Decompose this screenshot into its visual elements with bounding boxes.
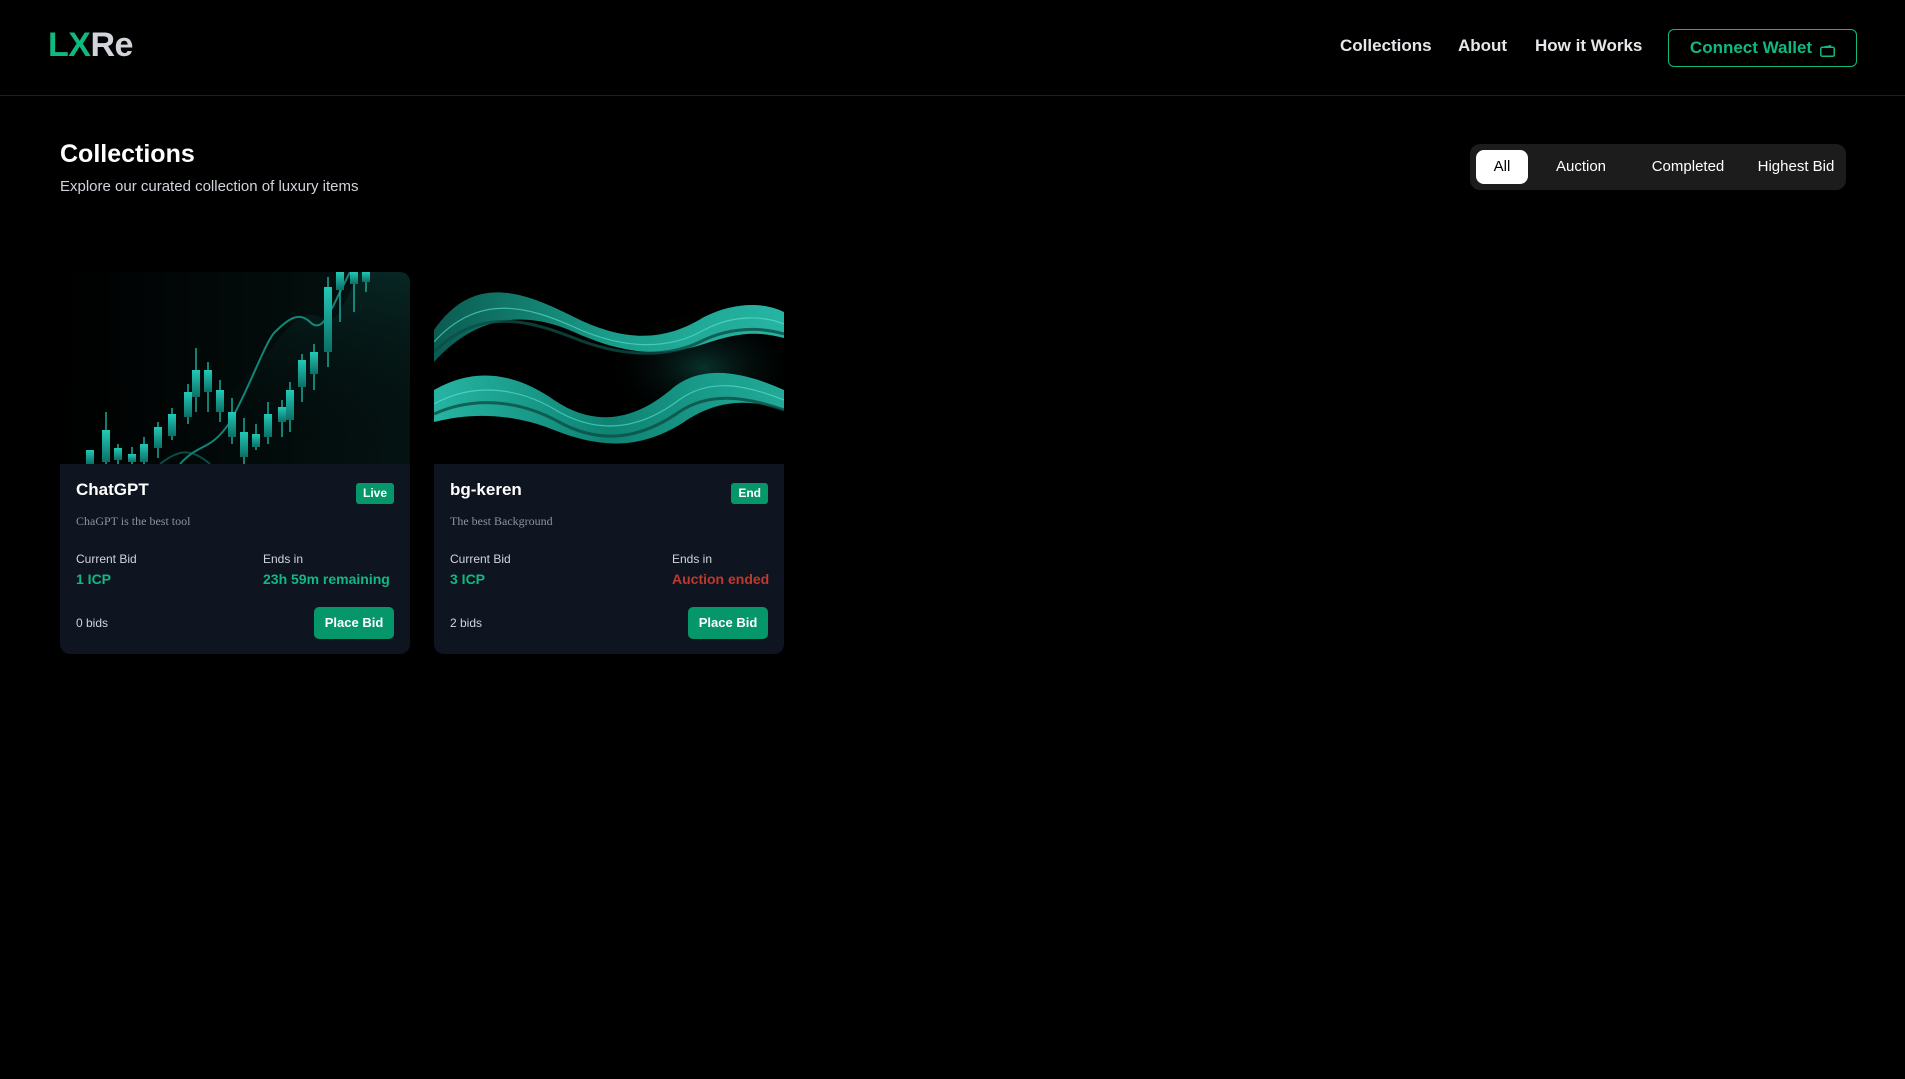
card-description: The best Background bbox=[450, 514, 553, 528]
candle-body bbox=[86, 450, 94, 464]
candle-body bbox=[184, 392, 192, 417]
current-bid-label: Current Bid bbox=[450, 552, 511, 566]
candle-body bbox=[168, 414, 176, 436]
logo[interactable]: LXRe bbox=[48, 26, 133, 65]
candle-body bbox=[114, 448, 122, 460]
current-bid-value: 1 ICP bbox=[76, 571, 112, 587]
card-title: bg-keren bbox=[450, 480, 522, 499]
card-description: ChaGPT is the best tool bbox=[76, 514, 191, 528]
candle-body bbox=[240, 432, 248, 457]
candle-body bbox=[278, 407, 286, 422]
ends-in-label: Ends in bbox=[672, 552, 713, 566]
collection-card[interactable]: ChatGPT Live ChaGPT is the best tool Cur… bbox=[60, 272, 410, 654]
filter-tabs: All Auction Completed Highest Bid bbox=[1470, 144, 1846, 190]
candle-body bbox=[286, 390, 294, 420]
candle-body bbox=[216, 390, 224, 412]
wallet-icon bbox=[1820, 42, 1836, 57]
nav-about[interactable]: About bbox=[1458, 36, 1507, 56]
candle-body bbox=[204, 370, 212, 392]
nav-how-it-works[interactable]: How it Works bbox=[1535, 36, 1642, 56]
filter-auction[interactable]: Auction bbox=[1538, 150, 1624, 184]
candle-body bbox=[228, 412, 236, 437]
filter-completed[interactable]: Completed bbox=[1632, 150, 1744, 184]
candle-body bbox=[324, 287, 332, 352]
page-subtitle: Explore our curated collection of luxury… bbox=[60, 178, 359, 195]
top-header: LXRe Collections About How it Works Conn… bbox=[0, 0, 1905, 96]
bids-count: 0 bids bbox=[76, 616, 109, 630]
candle-body bbox=[336, 272, 344, 290]
place-bid-button[interactable]: Place Bid bbox=[314, 607, 394, 639]
card-image-candlestick bbox=[60, 272, 410, 464]
card-title: ChatGPT bbox=[76, 480, 149, 499]
bids-count: 2 bids bbox=[450, 616, 483, 630]
filter-all[interactable]: All bbox=[1476, 150, 1528, 184]
candle-body bbox=[154, 427, 162, 448]
candle-body bbox=[140, 444, 148, 462]
candle-body bbox=[192, 370, 200, 397]
current-bid-label: Current Bid bbox=[76, 552, 137, 566]
candle-body bbox=[310, 352, 318, 374]
current-bid-value: 3 ICP bbox=[450, 571, 486, 587]
candle-body bbox=[350, 272, 358, 284]
candle-body bbox=[264, 414, 272, 437]
logo-rest: Re bbox=[90, 26, 133, 64]
status-badge: Live bbox=[355, 483, 394, 504]
filter-highest-bid[interactable]: Highest Bid bbox=[1748, 150, 1844, 184]
candle-body bbox=[128, 454, 136, 462]
candle-body bbox=[252, 434, 260, 447]
connect-wallet-label: Connect Wallet bbox=[1689, 38, 1813, 57]
connect-wallet-button[interactable]: Connect Wallet bbox=[1668, 29, 1857, 67]
ends-in-label: Ends in bbox=[263, 552, 304, 566]
page-title: Collections bbox=[60, 140, 195, 168]
place-bid-button[interactable]: Place Bid bbox=[688, 607, 768, 639]
nav-collections[interactable]: Collections bbox=[1340, 36, 1432, 56]
card-image-waves bbox=[434, 272, 784, 464]
ends-in-value: 23h 59m remaining bbox=[263, 571, 390, 587]
collection-card[interactable]: bg-keren End The best Background Current… bbox=[434, 272, 784, 654]
candle-body bbox=[298, 360, 306, 387]
logo-accent: LX bbox=[48, 26, 91, 64]
ends-in-value: Auction ended bbox=[672, 571, 770, 587]
status-badge: End bbox=[731, 483, 768, 504]
candle-body bbox=[102, 430, 110, 462]
candle-body bbox=[362, 272, 370, 282]
